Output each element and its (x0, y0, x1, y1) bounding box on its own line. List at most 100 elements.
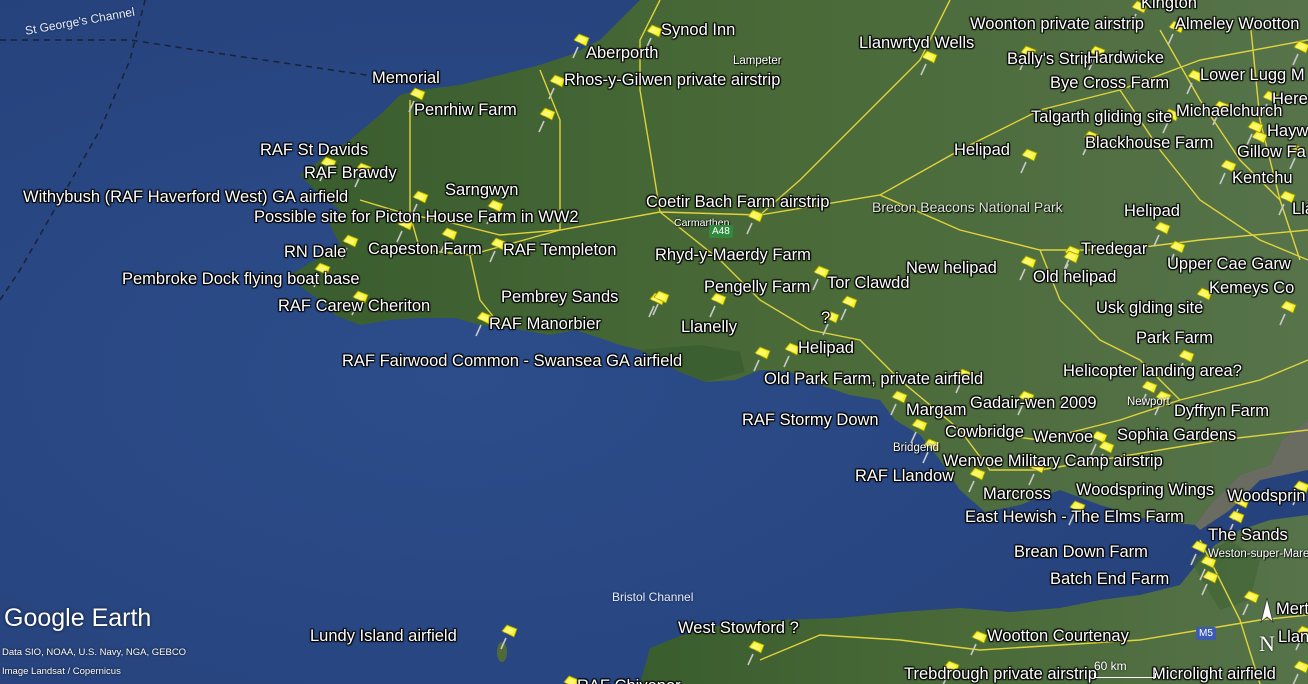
placemark-label[interactable]: RAF St Davids (260, 141, 368, 160)
placemark-label[interactable]: Microlight airfield (1152, 665, 1276, 684)
placemark-label[interactable]: Penrhiw Farm (414, 101, 517, 120)
placemark-label[interactable]: Usk glding site (1096, 299, 1203, 318)
placemark-label[interactable]: Kington (1141, 0, 1197, 13)
placemark-label[interactable]: Michaelchurch (1176, 102, 1282, 121)
placemark-label[interactable]: RAF Llandow (855, 467, 954, 486)
placemark-label[interactable]: Blackhouse Farm (1085, 134, 1213, 153)
placemark-label[interactable]: Rhos-y-Gilwen private airstrip (564, 71, 780, 90)
placemark-label[interactable]: RAF Templeton (503, 241, 616, 260)
placemark-label[interactable]: East Hewish - The Elms Farm (965, 508, 1184, 527)
placemark-label[interactable]: Llanwrtyd Wells (859, 34, 974, 53)
placemark-label[interactable]: Lower Lugg M (1200, 66, 1305, 85)
placemark-label[interactable]: Rhyd-y-Maerdy Farm (655, 246, 811, 265)
place-label-bridgend: Bridgend (893, 442, 940, 454)
placemark-label[interactable]: Lundy Island airfield (310, 627, 457, 646)
placemark-label[interactable]: Gadair-wen 2009 (970, 394, 1097, 413)
compass-control[interactable]: N (1256, 596, 1278, 656)
placemark-label[interactable]: RAF Fairwood Common - Swansea GA airfiel… (342, 352, 682, 371)
placemark-pin-icon[interactable] (498, 624, 520, 650)
placemark-label[interactable]: Tor Clawdd (827, 274, 910, 293)
placemark-label[interactable]: Kemeys Co (1209, 279, 1294, 298)
placemark-label[interactable]: Old helipad (1033, 268, 1116, 287)
placemark-label[interactable]: Withybush (RAF Haverford West) GA airfie… (23, 188, 348, 207)
placemark-label[interactable]: Trebdrough private airstrip (904, 665, 1097, 684)
placemark-label[interactable]: Hardwicke (1087, 49, 1164, 68)
placemark-label[interactable]: Bye Cross Farm (1050, 74, 1169, 93)
placemark-label[interactable]: Old Park Farm, private airfield (764, 370, 983, 389)
place-label-brecon-beacons: Brecon Beacons National Park (872, 199, 1063, 215)
placemark-label[interactable]: Aberporth (586, 44, 658, 63)
placemark-label[interactable]: Llangor (1278, 628, 1308, 647)
place-label-lampeter: Lampeter (733, 55, 782, 67)
placemark-label[interactable]: Bally's Strip (1007, 50, 1093, 69)
placemark-label[interactable]: Talgarth gliding site (1031, 108, 1172, 127)
placemark-pin-icon[interactable] (536, 107, 558, 133)
road-shield-m5: M5 (1196, 627, 1216, 640)
placemark-label[interactable]: RAF Manorbier (489, 315, 601, 334)
placemark-label[interactable]: Tredegar (1081, 240, 1147, 259)
placemark-label[interactable]: Capeston Farm (368, 240, 482, 259)
placemark-label[interactable]: Wenvoe (1033, 428, 1093, 447)
placemark-pin-icon[interactable] (1199, 570, 1221, 596)
placemark-label[interactable]: Haywo (1267, 122, 1308, 141)
placemark-label[interactable]: The Sands (1208, 526, 1288, 545)
placemark-label[interactable]: Sarngwyn (445, 181, 518, 200)
placemark-label[interactable]: Margam (906, 401, 967, 420)
placemark-pin-icon[interactable] (1277, 300, 1299, 326)
placemark-label[interactable]: RAF Chivenor (577, 677, 681, 684)
placemark-label[interactable]: Pembrey Sands (501, 288, 618, 307)
sea-label-bristol-channel: Bristol Channel (612, 590, 694, 604)
placemark-label[interactable]: Pengelly Farm (704, 278, 810, 297)
placemark-label[interactable]: Gillow Fa (1237, 143, 1306, 162)
scale-label: 60 km (1094, 659, 1127, 673)
placemark-pin-icon[interactable] (1290, 40, 1308, 66)
placemark-label[interactable]: Helipad (954, 141, 1010, 160)
placemark-label[interactable]: Woodspring Wings (1076, 481, 1214, 500)
placemark-label[interactable]: Lla (1292, 200, 1308, 219)
placemark-pin-icon[interactable] (1018, 148, 1040, 174)
placemark-label[interactable]: Dyffryn Farm (1174, 402, 1269, 421)
placemark-label[interactable]: Llanelly (681, 318, 737, 337)
placemark-label[interactable]: Sophia Gardens (1117, 426, 1236, 445)
placemark-label[interactable]: New helipad (906, 259, 997, 278)
placemark-label[interactable]: Possible site for Picton House Farm in W… (254, 208, 579, 227)
compass-north-letter: N (1259, 631, 1275, 656)
placemark-pin-icon[interactable] (751, 346, 773, 372)
placemark-pin-icon[interactable] (745, 640, 767, 666)
placemark-label[interactable]: Woonton private airstrip (970, 15, 1144, 34)
placemark-label[interactable]: Marcross (983, 485, 1051, 504)
placemark-label[interactable]: Memorial (372, 69, 440, 88)
placemark-label[interactable]: Cowbridge (945, 423, 1024, 442)
placemark-pin-icon[interactable] (1290, 660, 1308, 684)
placemark-label[interactable]: Helicopter landing area? (1063, 362, 1242, 381)
placemark-label[interactable]: RAF Stormy Down (742, 411, 879, 430)
placemark-label[interactable]: RAF Carew Cheriton (278, 297, 430, 316)
road-shield-a48: A48 (709, 225, 733, 238)
placemark-label[interactable]: RN Dale (284, 243, 346, 262)
placemark-label[interactable]: Synod Inn (661, 21, 735, 40)
google-earth-logo: Google Earth (4, 604, 152, 632)
placemark-label[interactable]: Helipad (1124, 202, 1180, 221)
placemark-label[interactable]: Kentchu (1232, 169, 1293, 188)
placemark-label[interactable]: RAF Brawdy (304, 164, 397, 183)
placemark-pin-icon[interactable] (650, 290, 672, 316)
placemark-label[interactable]: Almeley Wootton (1175, 15, 1299, 34)
placemark-label[interactable]: Park Farm (1136, 329, 1213, 348)
map-view[interactable]: Synod Inn Aberporth Rhos-y-Gilwen private … (0, 0, 1308, 684)
placemark-label[interactable]: Wenvoe Military Camp airstrip (943, 452, 1163, 471)
placemark-pin-icon[interactable] (744, 209, 766, 235)
placemark-label[interactable]: Wootton Courtenay (987, 627, 1129, 646)
placemark-label[interactable]: Coetir Bach Farm airstrip (646, 193, 829, 212)
placemark-label[interactable]: ? (821, 309, 830, 328)
credit-imagery: Image Landsat / Copernicus (2, 666, 121, 677)
placemark-pin-icon[interactable] (918, 50, 940, 76)
scale-ruler (1094, 673, 1156, 678)
placemark-label[interactable]: Batch End Farm (1050, 570, 1169, 589)
placemark-label[interactable]: West Stowford ? (678, 619, 799, 638)
placemark-label[interactable]: Pembroke Dock flying boat base (122, 270, 360, 289)
placemark-label[interactable]: Upper Cae Garw (1167, 255, 1291, 274)
placemark-label[interactable]: Woodsprin (1227, 487, 1306, 506)
placemark-label[interactable]: Brean Down Farm (1014, 543, 1148, 562)
placemark-label[interactable]: Merto (1276, 600, 1308, 619)
placemark-label[interactable]: Helipad (798, 339, 854, 358)
